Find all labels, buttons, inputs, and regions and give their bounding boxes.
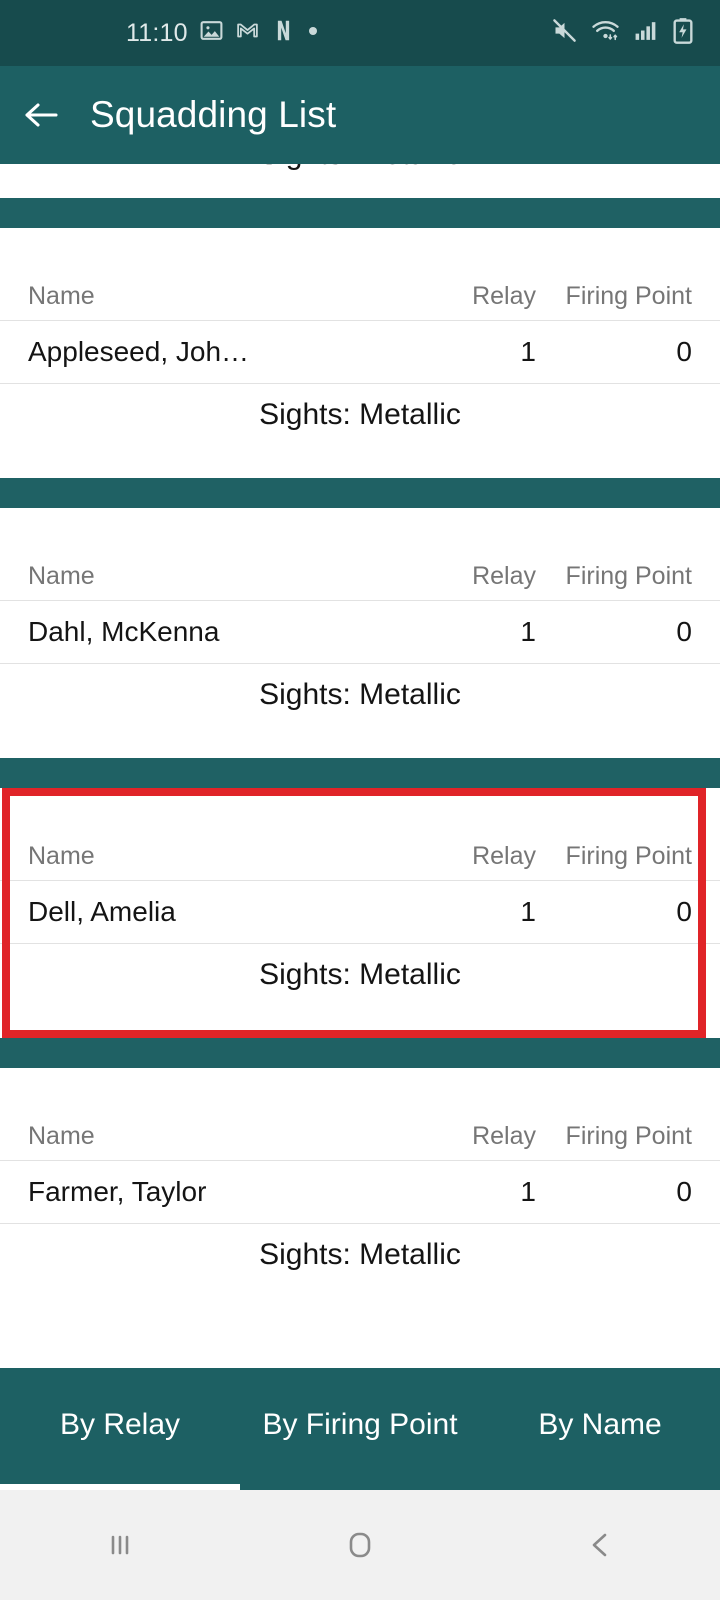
status-bar-clock: 11:10 [126,18,188,47]
squad-card[interactable]: Name Relay Firing Point Dahl, McKenna 1 … [0,508,720,758]
partial-sights-text: Sights: Metallic [0,164,720,172]
card-spacer [0,446,720,478]
cell-firing-point: 0 [676,336,692,367]
sights-label: Sights: Metallic [259,398,461,431]
back-nav-button[interactable] [480,1527,720,1563]
mute-icon [551,17,578,49]
column-header-relay: Relay [472,281,536,310]
battery-charging-icon [672,17,694,49]
status-bar-right [551,17,694,49]
cell-firing-point: 0 [676,896,692,927]
column-header-relay: Relay [472,841,536,870]
app-bar: Squadding List [0,66,720,164]
tab-label: By Firing Point [262,1408,458,1441]
cellular-signal-icon [633,18,659,48]
cell-relay: 1 [520,616,536,647]
page-title: Squadding List [90,94,337,135]
phone-screen: 11:10 Squadding List Name Relay Firing P… [0,0,720,1600]
tab-by-firing-point[interactable]: By Firing Point [240,1368,480,1490]
squad-card-highlighted[interactable]: Name Relay Firing Point Dell, Amelia 1 0… [0,788,720,1038]
table-row[interactable]: Appleseed, Joh… 1 0 [0,321,720,383]
card-spacer [0,726,720,758]
column-header-relay: Relay [472,1121,536,1150]
table-row[interactable]: Farmer, Taylor 1 0 [0,1161,720,1223]
sights-label: Sights: Metallic [259,958,461,991]
recents-button[interactable] [0,1527,240,1563]
back-arrow-icon [25,103,58,127]
column-header-firing-point: Firing Point [565,561,692,590]
back-icon [592,1533,607,1557]
card-header-row: Name Relay Firing Point [0,1112,720,1160]
card-header-row: Name Relay Firing Point [0,272,720,320]
sights-label: Sights: Metallic [259,1238,461,1271]
card-header-row: Name Relay Firing Point [0,832,720,880]
cell-name: Dell, Amelia [28,896,176,927]
column-header-name: Name [28,281,95,310]
card-spacer [0,228,720,272]
netflix-icon [271,18,296,48]
android-nav-bar [0,1490,720,1600]
cell-relay: 1 [520,896,536,927]
tab-label: By Name [538,1408,662,1441]
home-button[interactable] [240,1526,480,1564]
gmail-icon [235,18,260,48]
column-header-relay: Relay [472,561,536,590]
table-row[interactable]: Dahl, McKenna 1 0 [0,601,720,663]
card-divider-band [0,758,720,788]
cell-firing-point: 0 [676,1176,692,1207]
status-bar: 11:10 [0,0,720,66]
card-divider-band [0,198,720,228]
cell-firing-point: 0 [676,616,692,647]
wifi-icon [591,17,620,49]
card-spacer [0,1286,720,1318]
recents-icon [111,1535,129,1555]
squad-card[interactable]: Name Relay Firing Point Farmer, Taylor 1… [0,1068,720,1318]
tab-label: By Relay [59,1408,181,1441]
squadding-list-scroll[interactable]: Sights: Metallic Name Relay Firing Point… [0,164,720,1368]
home-icon [349,1532,371,1558]
partial-previous-card: Sights: Metallic [0,164,720,198]
tab-by-relay[interactable]: By Relay [0,1368,240,1490]
card-spacer [0,1006,720,1038]
column-header-name: Name [28,1121,95,1150]
card-spacer [0,788,720,832]
card-divider-band [0,1038,720,1068]
photos-icon [199,18,224,48]
cell-name: Dahl, McKenna [28,616,220,647]
tab-by-name[interactable]: By Name [480,1368,720,1490]
card-spacer [0,508,720,552]
column-header-firing-point: Firing Point [565,841,692,870]
column-header-name: Name [28,841,95,870]
table-row[interactable]: Dell, Amelia 1 0 [0,881,720,943]
sights-label: Sights: Metallic [259,678,461,711]
card-spacer [0,1068,720,1112]
column-header-name: Name [28,561,95,590]
cell-name: Farmer, Taylor [28,1176,207,1207]
column-header-firing-point: Firing Point [565,281,692,310]
card-divider-band [0,478,720,508]
squad-card[interactable]: Name Relay Firing Point Appleseed, Joh… … [0,228,720,478]
column-header-firing-point: Firing Point [565,1121,692,1150]
cell-relay: 1 [520,336,536,367]
status-bar-left: 11:10 [126,18,319,48]
back-button[interactable] [25,98,59,132]
cell-relay: 1 [520,1176,536,1207]
card-header-row: Name Relay Firing Point [0,552,720,600]
bottom-tab-bar: By Relay By Firing Point By Name [0,1368,720,1490]
dot-icon [307,24,319,42]
cell-name: Appleseed, Joh… [28,336,250,367]
